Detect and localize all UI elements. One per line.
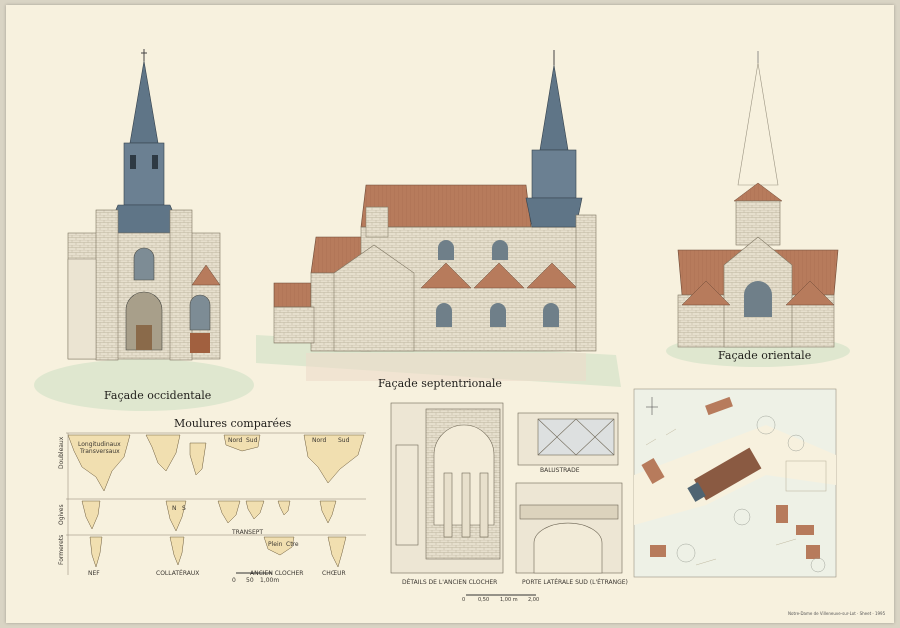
row-label-formerets: Formerets	[58, 534, 65, 565]
caption-facade-north: Façade septentrionale	[378, 377, 502, 390]
caption-facade-east: Façade orientale	[718, 349, 812, 362]
column-label-ancien-clocher: ANCIEN CLOCHER	[250, 570, 304, 577]
footer-note: Notre-Dame de Villeneuve-sur-Lot · Sheet…	[788, 611, 886, 616]
scale-details-050: 0,50	[478, 597, 490, 603]
scale-details-2: 2,00	[528, 597, 540, 603]
east-facade-drawing	[666, 51, 850, 367]
column-label-collateraux: COLLATÉRAUX	[156, 570, 200, 577]
profile-label-longitudinaux: Longitudinaux	[78, 441, 121, 448]
profile-label-nord-2: Nord	[312, 437, 327, 444]
detail-clocher-label: DÉTAILS DE L'ANCIEN CLOCHER	[402, 579, 498, 586]
column-label-choeur: CHŒUR	[322, 570, 346, 577]
column-label-transept: TRANSEPT	[232, 529, 264, 536]
profile-label-s: S	[182, 505, 186, 512]
scale-moulures-50: 50	[246, 577, 254, 584]
drawing-sheet: Façade occidentale Façade septentrionale…	[6, 5, 894, 623]
row-label-doubleaux: Doubleaux	[58, 436, 65, 469]
scale-moulures-0: 0	[232, 577, 236, 584]
scale-details-0: 0	[462, 597, 466, 603]
row-label-ogives: Ogives	[58, 504, 65, 525]
detail-balustrade-label: BALUSTRADE	[540, 467, 580, 474]
profile-label-transversaux: Transversaux	[80, 448, 120, 455]
scale-details-1m: 1,00 m	[500, 597, 518, 603]
profile-label-plein: Plein	[268, 541, 283, 548]
detail-porte-label: PORTE LATÉRALE SUD (L'ÉTRANGE)	[522, 579, 628, 586]
profile-label-sud-1: Sud	[246, 437, 258, 444]
north-facade-drawing	[256, 50, 621, 387]
site-plan	[633, 388, 837, 578]
profile-label-n: N	[172, 505, 177, 512]
column-label-nef: NEF	[88, 570, 100, 577]
profile-label-sud-2: Sud	[338, 437, 350, 444]
scale-moulures-1m: 1,00m	[260, 577, 280, 584]
moulures-title: Moulures comparées	[174, 417, 292, 430]
details-drawings	[390, 402, 623, 596]
caption-facade-west: Façade occidentale	[104, 389, 212, 402]
profile-label-nord-1: Nord	[228, 437, 243, 444]
architectural-drawings	[34, 49, 850, 596]
profile-label-ctre: Ctre	[286, 541, 299, 548]
west-facade-drawing	[34, 49, 254, 411]
